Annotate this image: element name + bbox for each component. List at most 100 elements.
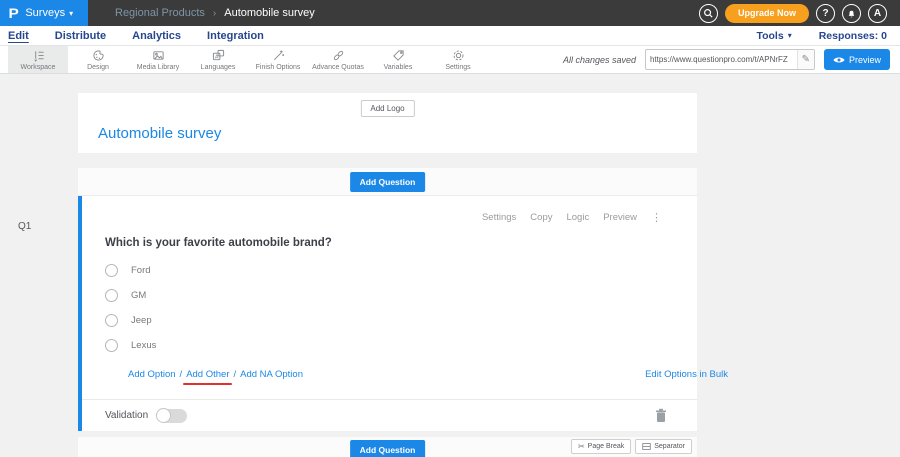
add-logo-button[interactable]: Add Logo: [360, 100, 415, 117]
survey-url-input[interactable]: [645, 55, 797, 64]
toolbar-item-workspace[interactable]: Workspace: [8, 46, 68, 73]
tab-integration[interactable]: Integration: [207, 30, 264, 42]
option-label[interactable]: GM: [131, 290, 146, 301]
tab-analytics[interactable]: Analytics: [132, 30, 181, 42]
app-menu-label[interactable]: Surveys: [25, 7, 65, 19]
page-break-button[interactable]: ✂ Page Break: [570, 439, 632, 454]
toolbar-item-label: Design: [87, 63, 109, 71]
radio-button-icon[interactable]: [105, 314, 118, 327]
toolbar-item-media-library[interactable]: Media Library: [128, 46, 188, 73]
variables-icon: [392, 49, 404, 61]
radio-button-icon[interactable]: [105, 264, 118, 277]
radio-button-icon[interactable]: [105, 289, 118, 302]
validation-label: Validation: [105, 410, 149, 421]
survey-title[interactable]: Automobile survey: [98, 125, 221, 142]
design-icon: [92, 49, 104, 61]
option-row: Ford: [105, 258, 697, 283]
toggle-knob[interactable]: [156, 408, 172, 423]
option-label[interactable]: Ford: [131, 265, 151, 276]
tab-distribute[interactable]: Distribute: [55, 30, 106, 42]
languages-icon: A: [212, 49, 224, 60]
toolbar-item-languages[interactable]: A Languages: [188, 46, 248, 73]
toolbar-item-label: Variables: [383, 63, 413, 71]
add-other-highlighted: Add Other: [183, 369, 232, 385]
separator-button[interactable]: Separator: [635, 439, 692, 454]
edit-options-in-bulk-link[interactable]: Edit Options in Bulk: [645, 369, 728, 380]
question-settings-link[interactable]: Settings: [482, 212, 516, 223]
app-menu[interactable]: P Surveys ▾: [0, 0, 88, 26]
survey-header-card: Add Logo Automobile survey: [78, 93, 697, 153]
scissors-icon: ✂: [577, 442, 585, 451]
question-copy-link[interactable]: Copy: [530, 212, 552, 223]
option-label[interactable]: Jeep: [131, 315, 152, 326]
toolbar-item-variables[interactable]: Variables: [368, 46, 428, 73]
question-number: Q1: [18, 221, 32, 232]
toolbar-item-label: Media Library: [136, 63, 180, 71]
toolbar-item-advance-quotas[interactable]: Advance Quotas: [308, 46, 368, 73]
responses-count[interactable]: Responses: 0: [819, 30, 887, 42]
edit-url-button[interactable]: ✎: [796, 50, 814, 69]
toolbar-item-finish-options[interactable]: Finish Options: [248, 46, 308, 73]
svg-text:A: A: [214, 54, 218, 60]
radio-button-icon[interactable]: [105, 339, 118, 352]
chevron-down-icon: ▾: [69, 8, 74, 18]
option-label[interactable]: Lexus: [131, 340, 156, 351]
toolbar-item-settings[interactable]: Settings: [428, 46, 488, 73]
add-question-button-top[interactable]: Add Question: [349, 172, 426, 192]
question-logic-link[interactable]: Logic: [566, 212, 589, 223]
upgrade-now-button[interactable]: Upgrade Now: [724, 3, 809, 23]
top-bar: P Surveys ▾ Regional Products › Automobi…: [0, 0, 900, 26]
toolbar-item-label: Workspace: [20, 63, 56, 71]
option-row: Lexus: [105, 333, 697, 358]
validation-row: Validation: [82, 399, 697, 431]
tools-menu[interactable]: Tools ▾: [756, 30, 791, 42]
add-na-option-link[interactable]: Add NA Option: [240, 369, 303, 380]
question-text[interactable]: Which is your favorite automobile brand?: [105, 237, 697, 249]
add-question-strip-bottom: Add Question ✂ Page Break Separator: [78, 437, 697, 457]
breadcrumb: Regional Products › Automobile survey: [115, 7, 315, 19]
add-link-separator: /: [233, 369, 237, 380]
finish-options-icon: [273, 49, 284, 60]
survey-nav: Edit Distribute Analytics Integration To…: [0, 26, 900, 46]
search-button[interactable]: [698, 3, 718, 23]
toolbar-item-label: Finish Options: [255, 63, 301, 71]
answer-options: Ford GM Jeep Lexus: [105, 258, 697, 358]
avatar[interactable]: A: [868, 3, 887, 23]
eye-icon: [833, 57, 845, 62]
toolbar-item-label: Advance Quotas: [312, 63, 364, 71]
tools-label[interactable]: Tools: [756, 30, 783, 42]
validation-toggle[interactable]: [156, 408, 188, 423]
help-button[interactable]: ?: [816, 3, 835, 23]
page-break-label: Page Break: [587, 443, 625, 450]
toolbar-item-design[interactable]: Design: [68, 46, 128, 73]
settings-icon: [453, 50, 463, 60]
workspace-icon: [33, 50, 44, 62]
questionpro-logo-icon: P: [8, 5, 19, 21]
add-question-button-bottom[interactable]: Add Question: [349, 440, 426, 457]
add-question-strip-top: Add Question: [78, 168, 697, 196]
question-section: Add Question Settings Copy Logic Preview…: [78, 168, 728, 431]
advance-quotas-icon: [333, 50, 343, 60]
breadcrumb-parent[interactable]: Regional Products: [115, 7, 205, 19]
add-link-separator: /: [179, 369, 183, 380]
media-library-icon: [152, 50, 164, 60]
separator-icon: [642, 443, 651, 450]
question-actions: Settings Copy Logic Preview ⋮: [82, 196, 697, 224]
breadcrumb-current: Automobile survey: [224, 7, 315, 19]
add-other-link[interactable]: Add Other: [186, 369, 229, 380]
search-icon: [704, 8, 713, 18]
save-status: All changes saved: [562, 54, 636, 65]
editor-toolbar: Workspace Design Media Library A Languag…: [0, 46, 900, 74]
toolbar-item-label: Languages: [200, 63, 236, 71]
tab-edit[interactable]: Edit: [8, 30, 29, 42]
pencil-icon: ✎: [801, 54, 810, 65]
chevron-down-icon: ▾: [787, 31, 792, 40]
delete-question-button[interactable]: [655, 408, 667, 426]
preview-button[interactable]: Preview: [823, 49, 890, 70]
add-option-link[interactable]: Add Option: [128, 369, 176, 380]
question-more-menu-icon[interactable]: ⋮: [651, 211, 662, 224]
question-preview-link[interactable]: Preview: [603, 212, 637, 223]
option-row: Jeep: [105, 308, 697, 333]
question-card: Settings Copy Logic Preview ⋮ Which is y…: [78, 196, 728, 431]
notifications-button[interactable]: [842, 3, 861, 23]
